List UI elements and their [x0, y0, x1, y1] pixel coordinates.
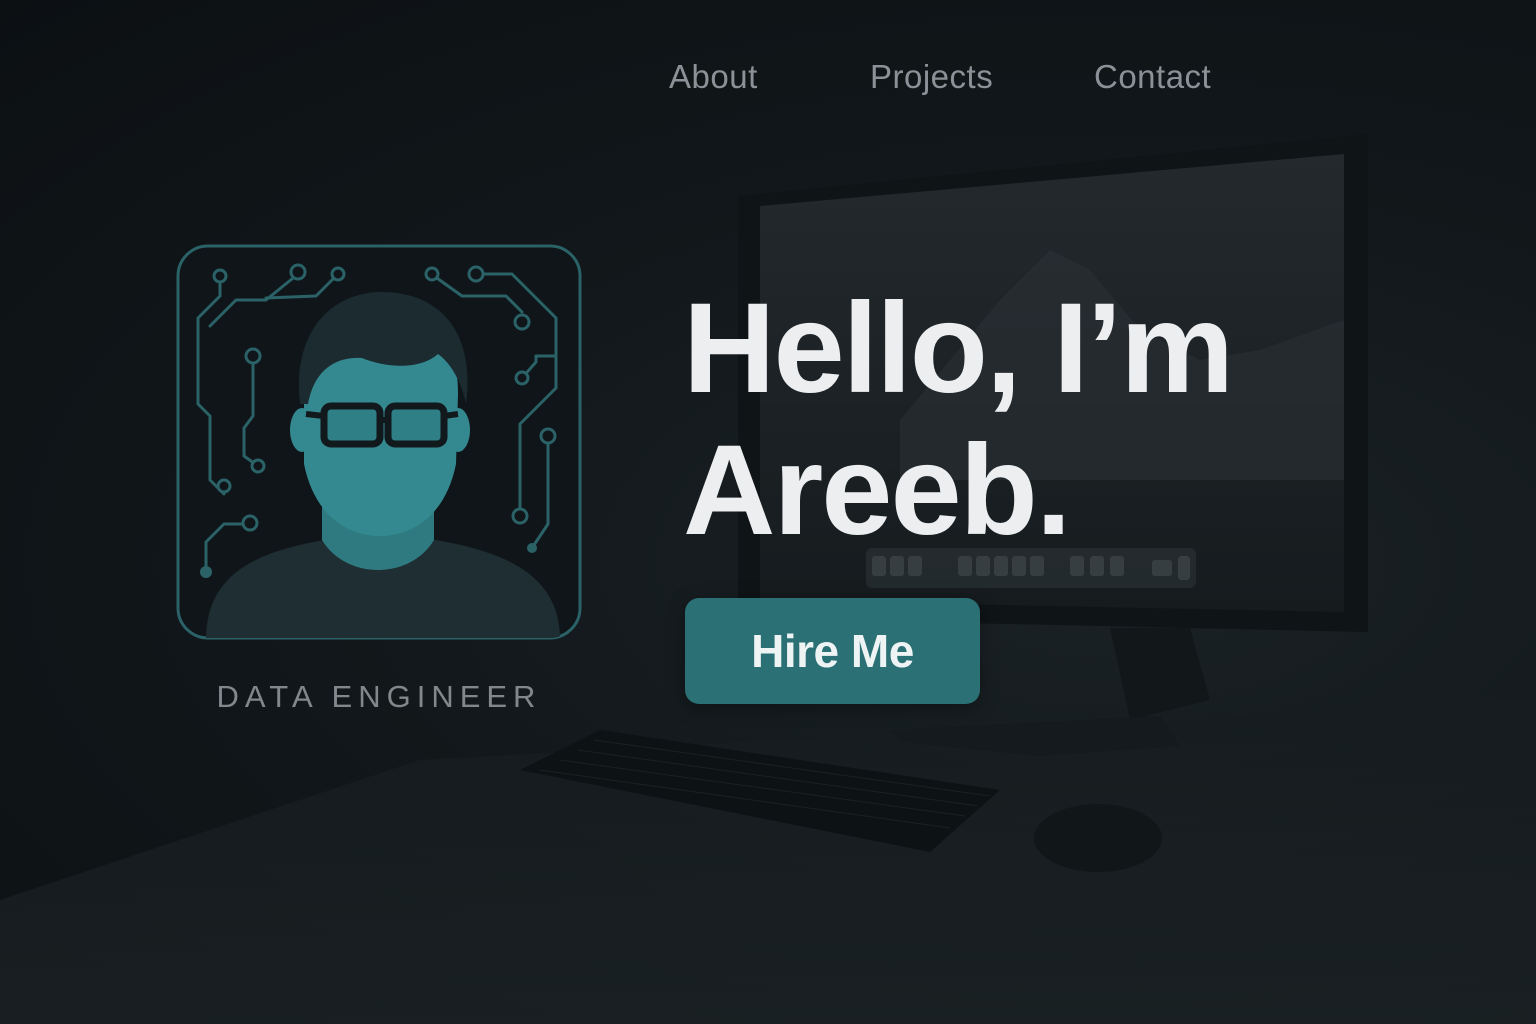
hire-me-button[interactable]: Hire Me	[685, 598, 980, 704]
nav-link-projects[interactable]: Projects	[870, 58, 993, 96]
hero-heading-line-1: Hello, I’m	[683, 277, 1234, 420]
nav-link-about[interactable]: About	[669, 58, 758, 96]
hero-heading: Hello, I’m Areeb.	[683, 278, 1403, 562]
portfolio-page: About Projects Contact DATA ENGINEER Hel…	[0, 0, 1536, 1024]
developer-avatar-icon	[176, 244, 582, 640]
hero-heading-line-2: Areeb.	[683, 419, 1071, 562]
top-navigation: About Projects Contact	[0, 58, 1536, 104]
role-label: DATA ENGINEER	[216, 679, 542, 714]
nav-link-contact[interactable]: Contact	[1094, 58, 1211, 96]
